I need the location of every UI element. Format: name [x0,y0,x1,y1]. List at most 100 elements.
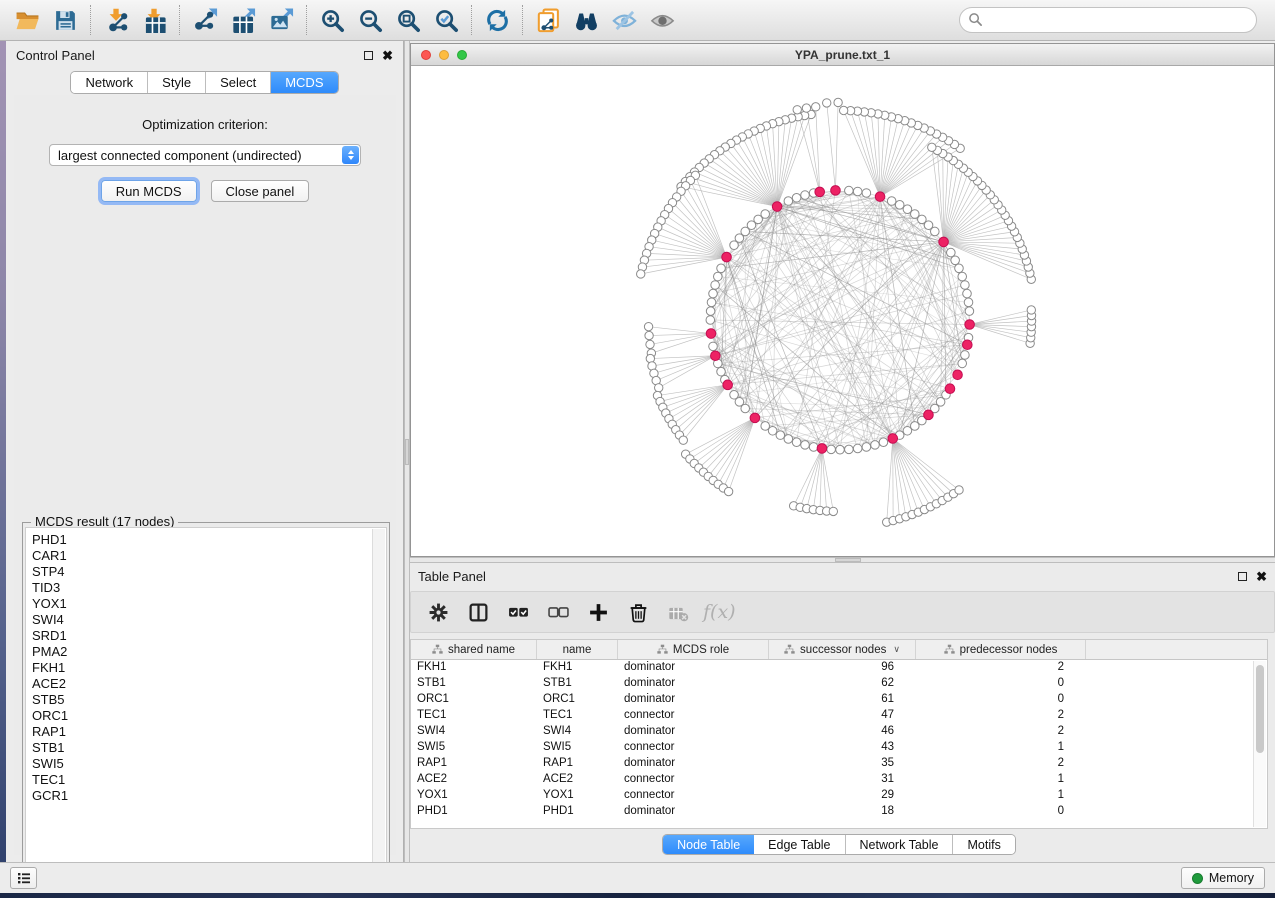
result-node[interactable]: RAP1 [32,724,386,740]
mcds-node[interactable] [750,413,760,423]
result-node[interactable]: SWI5 [32,756,386,772]
cell-name: SWI4 [537,724,618,740]
export-image-button[interactable] [264,4,298,36]
tab-motifs[interactable]: Motifs [953,835,1014,854]
float-panel-icon[interactable] [364,51,373,60]
clone-network-button[interactable] [531,4,565,36]
result-node[interactable]: SRD1 [32,628,386,644]
node-table[interactable]: shared namenameMCDS rolesuccessor nodes∨… [410,639,1268,829]
zoom-out-button[interactable] [353,4,387,36]
mcds-node[interactable] [706,329,716,339]
column-header-predecessor-nodes[interactable]: predecessor nodes [916,640,1086,659]
result-node[interactable]: ACE2 [32,676,386,692]
tab-node-table[interactable]: Node Table [663,835,754,854]
table-row[interactable]: SWI5SWI5connector431 [411,740,1267,756]
mcds-node[interactable] [888,434,898,444]
zoom-in-button[interactable] [315,4,349,36]
mcds-node[interactable] [945,384,955,394]
mcds-node[interactable] [711,351,721,361]
result-node[interactable]: ORC1 [32,708,386,724]
result-node[interactable]: TID3 [32,580,386,596]
optimization-criterion-select[interactable]: largest connected component (undirected) [49,144,361,166]
close-panel-icon[interactable]: ✖ [1256,572,1267,581]
result-node[interactable]: FKH1 [32,660,386,676]
mcds-node[interactable] [815,187,825,197]
result-scrollbar[interactable] [372,529,385,885]
gear-button[interactable] [423,597,453,627]
table-row[interactable]: ACE2ACE2connector311 [411,772,1267,788]
columns-button[interactable] [463,597,493,627]
task-history-button[interactable] [10,867,37,889]
column-header-shared-name[interactable]: shared name [411,640,537,659]
mcds-node[interactable] [963,340,973,350]
select-all-button[interactable] [503,597,533,627]
column-header-name[interactable]: name [537,640,618,659]
result-node[interactable]: SWI4 [32,612,386,628]
export-network-button[interactable] [188,4,222,36]
show-all-button[interactable] [645,4,679,36]
hide-selected-button[interactable] [607,4,641,36]
import-network-button[interactable] [99,4,133,36]
result-node[interactable]: GCR1 [32,788,386,804]
network-window-titlebar[interactable]: YPA_prune.txt_1 [411,44,1274,66]
mcds-node[interactable] [965,320,975,330]
tab-network-table[interactable]: Network Table [846,835,954,854]
mcds-node[interactable] [723,380,733,390]
result-node[interactable]: PHD1 [32,532,386,548]
tab-network[interactable]: Network [71,72,148,93]
run-mcds-button[interactable]: Run MCDS [101,180,197,202]
table-row[interactable]: PHD1PHD1dominator180 [411,804,1267,820]
export-table-button[interactable] [226,4,260,36]
zoom-out-icon [358,8,383,33]
result-node[interactable]: STB1 [32,740,386,756]
import-table-button[interactable] [137,4,171,36]
table-row[interactable]: YOX1YOX1connector291 [411,788,1267,804]
float-panel-icon[interactable] [1238,572,1247,581]
network-canvas[interactable] [411,66,1274,556]
mcds-node[interactable] [831,186,841,196]
mcds-result-list[interactable]: PHD1CAR1STP4TID3YOX1SWI4SRD1PMA2FKH1ACE2… [25,527,387,887]
result-node[interactable]: PMA2 [32,644,386,660]
table-row[interactable]: RAP1RAP1dominator352 [411,756,1267,772]
close-panel-button[interactable]: Close panel [211,180,310,202]
result-node[interactable]: YOX1 [32,596,386,612]
table-row[interactable]: FKH1FKH1dominator962 [411,660,1267,676]
table-row[interactable]: STB1STB1dominator620 [411,676,1267,692]
result-node[interactable]: STB5 [32,692,386,708]
first-neighbors-button[interactable] [569,4,603,36]
mcds-node[interactable] [924,410,934,420]
add-button[interactable] [583,597,613,627]
mcds-node[interactable] [939,237,949,247]
mcds-node[interactable] [953,370,963,380]
zoom-selected-button[interactable] [429,4,463,36]
memory-button[interactable]: Memory [1181,867,1265,889]
result-node[interactable]: STP4 [32,564,386,580]
column-header-successor-nodes[interactable]: successor nodes∨ [769,640,916,659]
tab-select[interactable]: Select [206,72,271,93]
delete-button[interactable] [623,597,653,627]
mcds-node[interactable] [875,192,885,202]
result-node[interactable]: CAR1 [32,548,386,564]
search-input[interactable] [959,7,1257,33]
close-panel-icon[interactable]: ✖ [382,51,393,60]
mcds-node[interactable] [722,252,732,262]
refresh-button[interactable] [480,4,514,36]
splitter-grip[interactable] [405,439,409,465]
gear-icon [428,602,449,623]
column-header-MCDS-role[interactable]: MCDS role [618,640,769,659]
save-session-button[interactable] [48,4,82,36]
tab-style[interactable]: Style [148,72,206,93]
deselect-all-button[interactable] [543,597,573,627]
result-node[interactable]: TEC1 [32,772,386,788]
tab-mcds[interactable]: MCDS [271,72,337,93]
tab-edge-table[interactable]: Edge Table [754,835,845,854]
table-row[interactable]: SWI4SWI4dominator462 [411,724,1267,740]
zoom-fit-button[interactable] [391,4,425,36]
open-file-button[interactable] [10,4,44,36]
mcds-node[interactable] [772,202,782,212]
table-row[interactable]: ORC1ORC1dominator610 [411,692,1267,708]
mcds-node[interactable] [817,444,827,454]
scrollbar-thumb[interactable] [1256,665,1264,753]
table-scrollbar[interactable] [1253,661,1266,827]
table-row[interactable]: TEC1TEC1connector472 [411,708,1267,724]
